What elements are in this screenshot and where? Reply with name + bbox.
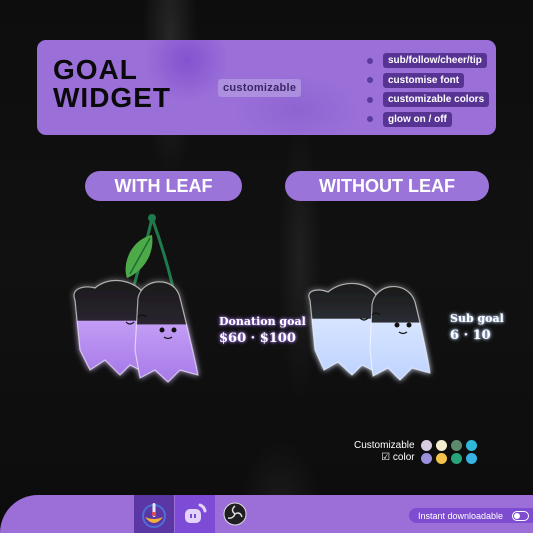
color-swatch[interactable] [465,453,477,464]
donation-goal: Donation goal $60 · $100 [219,315,306,346]
color-palette: Customizable ☑ color [354,440,478,464]
goal-value: $60 · $100 [219,331,296,346]
page-title: GOAL WIDGET [53,56,171,112]
with-leaf-label: WITH LEAF [85,171,242,201]
bullet-icon [367,57,373,64]
bullet-icon [367,116,373,122]
goal-value: 6 · 10 [450,328,491,343]
without-leaf-label: WITHOUT LEAF [285,171,489,201]
color-swatch[interactable] [465,440,477,451]
palette-line-1: Customizable [354,440,415,451]
feature-item: customise font [367,72,489,89]
streamelements-icon [142,503,166,528]
color-swatch[interactable] [450,440,462,451]
feature-item: customizable colors [367,91,490,108]
purple-ghost-pair [73,214,199,383]
twitch-tab[interactable] [175,495,215,533]
checkbox-icon: ☑ [381,452,391,463]
goal-label: Sub goal [450,312,504,325]
blue-ghost-pair [308,282,431,381]
instant-download-badge: Instant downloadable [409,508,533,523]
bullet-icon [367,96,373,103]
feature-label: sub/follow/cheer/tip [383,53,487,68]
color-swatch[interactable] [435,440,447,451]
obs-icon [223,502,247,526]
color-swatch[interactable] [435,453,447,464]
toggle-icon[interactable] [512,510,530,521]
feature-label: customise font [383,72,465,88]
customizable-tag: customizable [218,79,302,97]
palette-line-2: color [392,452,415,463]
twitch-icon [185,503,207,523]
ghost-right [134,281,199,383]
title-line-1: GOAL [53,54,138,85]
obs-tab[interactable] [215,495,255,533]
feature-label: glow on / off [383,111,452,127]
download-label: Instant downloadable [418,510,504,521]
goal-label: Donation goal [219,315,306,328]
streamelements-tab[interactable] [134,495,174,533]
color-swatch[interactable] [420,440,432,451]
header-panel: GOAL WIDGET customizable sub/follow/chee… [37,40,496,135]
title-line-2: WIDGET [53,82,171,113]
feature-label: customizable colors [383,92,490,107]
color-swatch[interactable] [450,453,462,464]
palette-label: Customizable ☑ color [354,440,415,464]
feature-item: glow on / off [367,111,489,128]
bullet-icon [367,77,373,83]
sub-goal: Sub goal 6 · 10 [450,312,504,343]
color-swatch[interactable] [420,453,432,464]
feature-item: sub/follow/cheer/tip [367,52,489,69]
swatch-grid [420,440,478,464]
feature-list: sub/follow/cheer/tip customise font cust… [367,52,490,130]
